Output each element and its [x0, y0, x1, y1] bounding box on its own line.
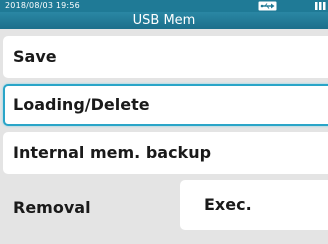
menu-item-internal-mem-backup[interactable]: Internal mem. backup: [3, 132, 328, 174]
date-time-display: 2018/08/03 19:56: [5, 1, 80, 10]
removal-exec-button[interactable]: Exec.: [180, 180, 328, 230]
usb-connected-icon: [258, 1, 277, 11]
battery-icon: [315, 2, 326, 10]
menu-item-label: Internal mem. backup: [13, 143, 212, 162]
menu-panel: Save Loading/Delete Internal mem. backup…: [0, 29, 328, 244]
status-bar: 2018/08/03 19:56: [0, 0, 328, 12]
exec-button-label: Exec.: [204, 195, 252, 214]
screen-title: USB Mem: [132, 13, 196, 28]
menu-item-label: Loading/Delete: [13, 95, 150, 114]
title-bar: USB Mem: [0, 12, 328, 29]
menu-item-loading-delete[interactable]: Loading/Delete: [3, 84, 328, 126]
menu-item-save[interactable]: Save: [3, 36, 328, 78]
menu-item-label: Save: [13, 47, 57, 66]
removal-label: Removal: [13, 198, 91, 217]
